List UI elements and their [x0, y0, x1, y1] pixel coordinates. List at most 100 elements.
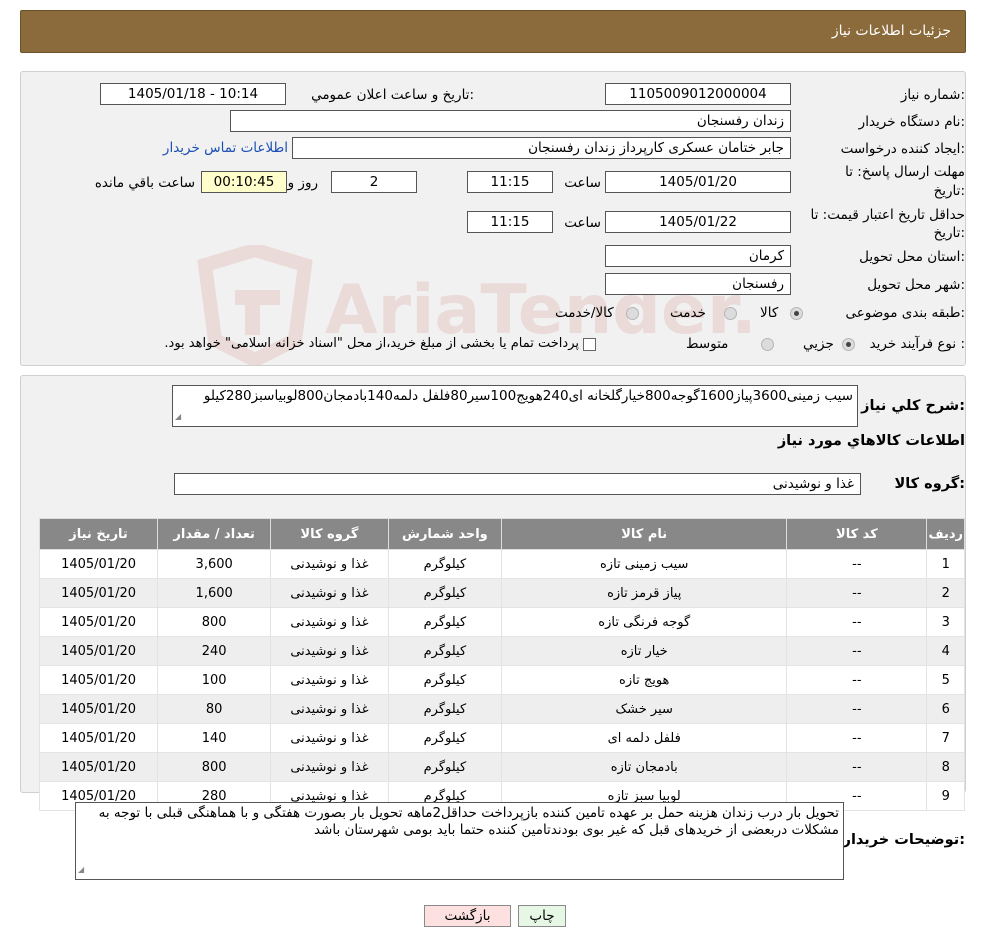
cell-item-group: غذا و نوشيدنی: [270, 549, 389, 579]
cell-item-group: غذا و نوشيدنی: [270, 607, 389, 637]
cell-quantity: 140: [157, 723, 272, 753]
buyer-notes-label: توضيحات خريدار:: [842, 832, 965, 848]
cell-quantity: 1,600: [157, 578, 272, 608]
goods-group-field: غذا و نوشيدنی: [174, 473, 861, 495]
cell-need-date: 1405/01/20: [38, 549, 159, 579]
print-button[interactable]: چاپ: [518, 905, 566, 927]
goods-group-label: گروه کالا:: [894, 476, 965, 492]
cell-item-code: --: [786, 549, 928, 579]
cell-item-code: --: [786, 607, 928, 637]
city-label: شهر محل تحويل:: [867, 277, 965, 293]
col-qty: تعداد / مقدار: [157, 518, 272, 550]
cell-quantity: 80: [157, 694, 272, 724]
announce-datetime-label: تاريخ و ساعت اعلان عمومي:: [311, 87, 474, 103]
col-name: نام کالا: [501, 518, 788, 550]
response-deadline-label: مهلت ارسال پاسخ: تا: [845, 164, 965, 180]
page-title: جزئيات اطلاعات نياز: [831, 23, 951, 39]
remaining-label: ساعت باقي مانده: [94, 175, 195, 191]
cell-need-date: 1405/01/20: [38, 578, 159, 608]
requester-field: جابر ختامان عسکری کارپرداز زندان رفسنجان: [292, 137, 791, 159]
resize-handle-icon[interactable]: ◢: [78, 861, 84, 878]
table-row: 8 -- بادمجان تازه کيلوگرم غذا و نوشيدنی 800 14…: [38, 752, 965, 782]
cell-row-number: 1: [926, 549, 965, 579]
description-textarea[interactable]: سیب زمینی3600پیاز1600گوجه800خیارگلخانه ا…: [172, 385, 858, 427]
cell-item-group: غذا و نوشيدنی: [270, 752, 389, 782]
cell-quantity: 800: [157, 752, 272, 782]
cell-item-group: غذا و نوشيدنی: [270, 694, 389, 724]
cell-item-code: --: [786, 723, 928, 753]
resize-handle-icon[interactable]: ◢: [175, 408, 181, 425]
cell-row-number: 9: [926, 781, 965, 811]
cell-row-number: 8: [926, 752, 965, 782]
buyer-notes-text: تحویل بار درب زندان هزینه حمل بر عهده تا…: [98, 805, 839, 838]
page-header: جزئيات اطلاعات نياز: [20, 10, 966, 53]
goods-info-title: اطلاعات کالاهاي مورد نياز: [777, 433, 965, 449]
cell-item-group: غذا و نوشيدنی: [270, 723, 389, 753]
cell-item-group: غذا و نوشيدنی: [270, 636, 389, 666]
table-row: 3 -- گوجه فرنگی تازه کيلوگرم غذا و نوشيدنی 80…: [38, 607, 965, 637]
cell-quantity: 800: [157, 607, 272, 637]
description-label: شرح کلي نياز:: [861, 398, 965, 414]
goods-table-body: 1 -- سیب زمینی تازه کيلوگرم غذا و نوشيدنی 3,6…: [38, 549, 965, 811]
cell-quantity: 240: [157, 636, 272, 666]
buyer-notes-textarea[interactable]: تحویل بار درب زندان هزینه حمل بر عهده تا…: [75, 802, 844, 880]
response-time-field: 11:15: [467, 171, 553, 193]
province-label: استان محل تحويل:: [859, 249, 965, 265]
cell-item-code: --: [786, 694, 928, 724]
cell-row-number: 7: [926, 723, 965, 753]
validity-time-field: 11:15: [467, 211, 553, 233]
table-header-row: رديف کد کالا نام کالا واحد شمارش گروه کا…: [38, 518, 965, 550]
cell-row-number: 3: [926, 607, 965, 637]
category-goods-label: کالا: [760, 305, 779, 321]
purchase-note: پرداخت تمام يا بخشی از مبلغ خريد،از محل …: [164, 336, 579, 351]
table-row: 2 -- پیاز قرمز تازه کيلوگرم غذا و نوشيدنی 1,6…: [38, 578, 965, 608]
description-text: سیب زمینی3600پیاز1600گوجه800خیارگلخانه ا…: [203, 388, 853, 404]
treasury-checkbox[interactable]: [583, 338, 596, 351]
cell-item-group: غذا و نوشيدنی: [270, 578, 389, 608]
category-goods-radio[interactable]: [790, 307, 803, 320]
cell-unit: کيلوگرم: [387, 694, 503, 724]
category-goods-service-radio[interactable]: [626, 307, 639, 320]
category-service-label: خدمت: [670, 305, 706, 321]
cell-item-name: فلفل دلمه ای: [501, 723, 788, 753]
col-code: کد کالا: [786, 518, 928, 550]
cell-quantity: 100: [157, 665, 272, 695]
city-field: رفسنجان: [605, 273, 791, 295]
cell-item-code: --: [786, 665, 928, 695]
cell-item-name: هویج تازه: [501, 665, 788, 695]
back-button[interactable]: بازگشت: [424, 905, 511, 927]
cell-item-code: --: [786, 752, 928, 782]
days-field: 2: [331, 171, 417, 193]
cell-unit: کيلوگرم: [387, 636, 503, 666]
category-service-radio[interactable]: [724, 307, 737, 320]
cell-row-number: 4: [926, 636, 965, 666]
purchase-medium-label: متوسط: [686, 336, 729, 352]
requester-label: ايجاد کننده درخواست:: [840, 141, 965, 157]
cell-item-code: --: [786, 578, 928, 608]
cell-need-date: 1405/01/20: [38, 665, 159, 695]
purchase-minor-radio[interactable]: [842, 338, 855, 351]
cell-unit: کيلوگرم: [387, 607, 503, 637]
cell-unit: کيلوگرم: [387, 549, 503, 579]
table-row: 7 -- فلفل دلمه ای کيلوگرم غذا و نوشيدنی 140 14…: [38, 723, 965, 753]
remaining-time-field: 00:10:45: [201, 171, 287, 193]
cell-item-name: سیر خشک: [501, 694, 788, 724]
category-label: طبقه بندی موضوعی:: [845, 305, 965, 321]
cell-unit: کيلوگرم: [387, 665, 503, 695]
cell-quantity: 3,600: [157, 549, 272, 579]
cell-need-date: 1405/01/20: [38, 694, 159, 724]
cell-row-number: 5: [926, 665, 965, 695]
col-unit: واحد شمارش: [387, 518, 503, 550]
cell-item-name: سیب زمینی تازه: [501, 549, 788, 579]
announce-datetime-field: 1405/01/18 - 10:14: [100, 83, 286, 105]
table-row: 5 -- هویج تازه کيلوگرم غذا و نوشيدنی 100 1405/…: [38, 665, 965, 695]
cell-item-name: خیار تازه: [501, 636, 788, 666]
category-goods-service-label: کالا/خدمت: [555, 305, 614, 321]
buyer-org-field: زندان رفسنجان: [230, 110, 791, 132]
days-label: روز و: [287, 175, 318, 191]
table-row: 1 -- سیب زمینی تازه کيلوگرم غذا و نوشيدنی 3,6…: [38, 549, 965, 579]
contact-buyer-link[interactable]: اطلاعات تماس خريدار: [163, 140, 288, 156]
cell-need-date: 1405/01/20: [38, 752, 159, 782]
purchase-medium-radio[interactable]: [761, 338, 774, 351]
purchase-type-label: نوع فرآيند خريد :: [869, 336, 965, 352]
